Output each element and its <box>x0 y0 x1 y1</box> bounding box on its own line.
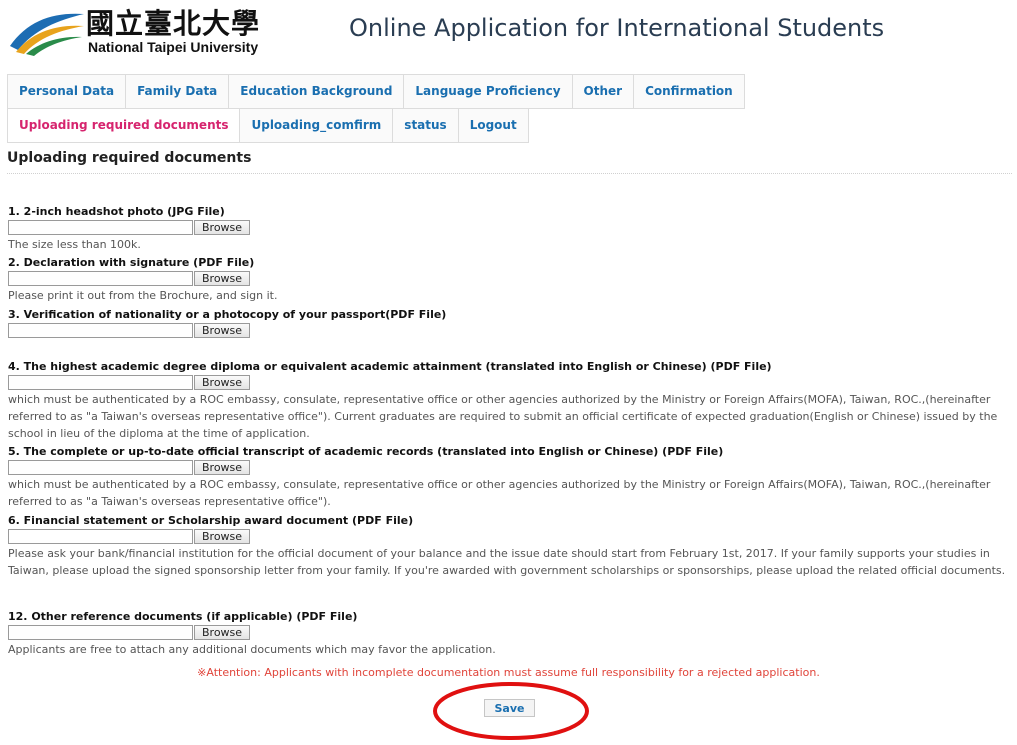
document-upload-4: 4. The highest academic degree diploma o… <box>8 360 1013 442</box>
tab-uploading-confirm[interactable]: Uploading_comfirm <box>239 108 393 143</box>
save-button[interactable]: Save <box>484 699 535 717</box>
tab-confirmation[interactable]: Confirmation <box>633 74 745 109</box>
browse-button[interactable]: Browse <box>194 375 251 390</box>
logo-chinese-name: 國立臺北大學 <box>86 7 261 40</box>
document-note: Applicants are free to attach any additi… <box>8 643 496 656</box>
attention-notice: ※Attention: Applicants with incomplete d… <box>197 666 820 679</box>
file-path-field[interactable] <box>8 460 193 475</box>
section-title: Uploading required documents <box>7 150 252 166</box>
tab-education-background[interactable]: Education Background <box>228 74 404 109</box>
browse-button[interactable]: Browse <box>194 460 251 475</box>
university-logo-icon <box>10 13 84 56</box>
tab-status[interactable]: status <box>392 108 458 143</box>
document-label: 1. 2-inch headshot photo (JPG File) <box>8 205 225 218</box>
document-note: which must be authenticated by a ROC emb… <box>8 393 998 440</box>
document-note: Please print it out from the Brochure, a… <box>8 289 278 302</box>
browse-button[interactable]: Browse <box>194 625 251 640</box>
document-label: 5. The complete or up-to-date official t… <box>8 445 724 458</box>
file-input-row: Browse <box>8 460 1013 475</box>
file-path-field[interactable] <box>8 271 193 286</box>
page-title: Online Application for International Stu… <box>349 14 885 42</box>
tab-uploading-required-documents[interactable]: Uploading required documents <box>7 108 240 143</box>
browse-button[interactable]: Browse <box>194 220 251 235</box>
file-path-field[interactable] <box>8 625 193 640</box>
page-header: 國立臺北大學 National Taipei University Online… <box>0 0 1017 70</box>
document-label: 6. Financial statement or Scholarship aw… <box>8 514 414 527</box>
document-label: 4. The highest academic degree diploma o… <box>8 360 772 373</box>
document-label: 12. Other reference documents (if applic… <box>8 610 358 623</box>
section-divider <box>7 173 1012 174</box>
document-upload-1: 1. 2-inch headshot photo (JPG File) Brow… <box>8 205 1013 253</box>
document-upload-2: 2. Declaration with signature (PDF File)… <box>8 256 1013 304</box>
tab-bar-secondary: Uploading required documents Uploading_c… <box>7 108 529 143</box>
tab-language-proficiency[interactable]: Language Proficiency <box>403 74 572 109</box>
file-path-field[interactable] <box>8 529 193 544</box>
document-upload-5: 5. The complete or up-to-date official t… <box>8 445 1013 510</box>
browse-button[interactable]: Browse <box>194 323 251 338</box>
file-input-row: Browse <box>8 529 1013 544</box>
file-path-field[interactable] <box>8 323 193 338</box>
file-input-row: Browse <box>8 220 1013 235</box>
document-note: Please ask your bank/financial instituti… <box>8 547 1006 577</box>
document-note: which must be authenticated by a ROC emb… <box>8 478 991 508</box>
browse-button[interactable]: Browse <box>194 271 251 286</box>
document-label: 3. Verification of nationality or a phot… <box>8 308 447 321</box>
file-input-row: Browse <box>8 375 1013 390</box>
tab-family-data[interactable]: Family Data <box>125 74 229 109</box>
file-path-field[interactable] <box>8 375 193 390</box>
tab-personal-data[interactable]: Personal Data <box>7 74 126 109</box>
document-label: 2. Declaration with signature (PDF File) <box>8 256 255 269</box>
tab-other[interactable]: Other <box>571 74 634 109</box>
file-input-row: Browse <box>8 323 1013 338</box>
browse-button[interactable]: Browse <box>194 529 251 544</box>
file-input-row: Browse <box>8 271 1013 286</box>
document-upload-12: 12. Other reference documents (if applic… <box>8 610 1013 658</box>
document-upload-6: 6. Financial statement or Scholarship aw… <box>8 514 1013 579</box>
logo-english-name: National Taipei University <box>88 39 259 55</box>
file-path-field[interactable] <box>8 220 193 235</box>
tab-logout[interactable]: Logout <box>457 108 529 143</box>
file-input-row: Browse <box>8 625 1013 640</box>
document-note: The size less than 100k. <box>8 238 141 251</box>
document-upload-3: 3. Verification of nationality or a phot… <box>8 308 1013 338</box>
tab-bar-primary: Personal Data Family Data Education Back… <box>7 74 745 109</box>
